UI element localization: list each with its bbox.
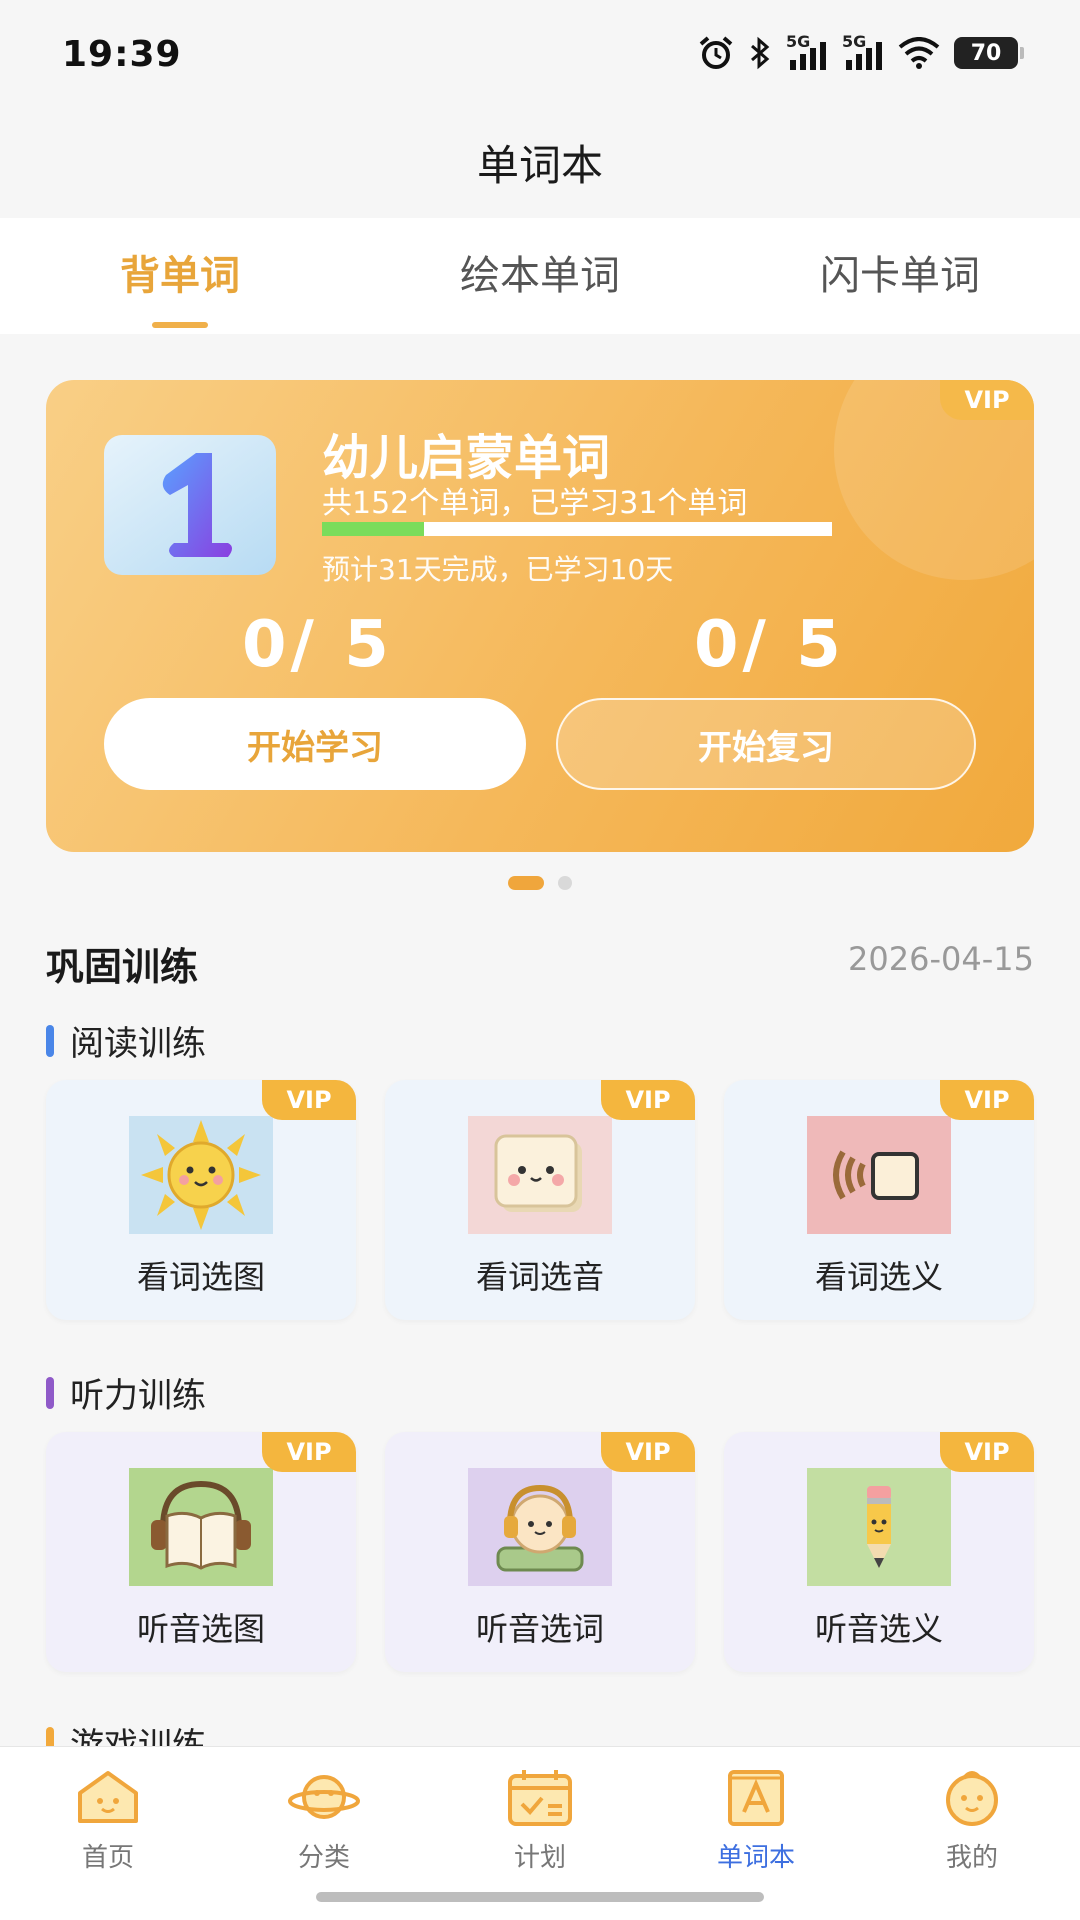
bluetooth-icon: [751, 36, 770, 70]
sun-icon: [129, 1116, 273, 1234]
home-indicator[interactable]: [316, 1892, 764, 1902]
wordbook-icon: [718, 1765, 794, 1829]
tab-memorize-words[interactable]: 背单词: [0, 218, 360, 334]
card-word-pick-sound[interactable]: VIP 看词选音: [385, 1080, 695, 1320]
vip-badge: VIP: [940, 1080, 1034, 1120]
card-label: 看词选图: [136, 1258, 265, 1296]
signal-1-indicator: 5G: [786, 32, 828, 70]
active-tab-indicator: [152, 322, 208, 328]
sound-block-icon: [807, 1116, 951, 1234]
vip-badge: VIP: [940, 1432, 1034, 1472]
tab-label: 绘本单词: [460, 253, 620, 299]
signal-bars-icon: [846, 42, 882, 70]
nav-label: 分类: [297, 1843, 350, 1873]
reading-training-title: 阅读训练: [70, 1024, 206, 1064]
vip-badge: VIP: [262, 1080, 356, 1120]
page-title: 单词本: [476, 141, 603, 190]
banner-pager: [0, 876, 1080, 890]
card-label: 听音选图: [136, 1610, 265, 1648]
vip-badge: VIP: [940, 380, 1034, 420]
profile-icon: [934, 1765, 1010, 1829]
status-icons: 5G 5G 70: [698, 32, 1024, 70]
nav-label: 计划: [513, 1843, 566, 1873]
vip-badge: VIP: [601, 1432, 695, 1472]
nav-profile[interactable]: 我的: [864, 1747, 1080, 1920]
battery-indicator: 70: [954, 37, 1024, 69]
tofu-icon: [468, 1116, 612, 1234]
start-review-button[interactable]: 开始复习: [556, 698, 976, 790]
listening-training-heading: 听力训练: [46, 1368, 206, 1417]
card-word-pick-meaning[interactable]: VIP 看词选义: [724, 1080, 1034, 1320]
vip-badge: VIP: [262, 1432, 356, 1472]
status-time: 19:39: [62, 34, 182, 75]
course-progress-fill: [322, 522, 424, 536]
nav-label: 我的: [945, 1843, 998, 1873]
card-listen-pick-image[interactable]: VIP 听音选图: [46, 1432, 356, 1672]
card-label: 看词选音: [475, 1258, 604, 1296]
nav-label: 单词本: [716, 1843, 795, 1873]
reading-training-heading: 阅读训练: [46, 1016, 206, 1065]
tab-label: 闪卡单词: [820, 253, 980, 299]
listening-training-title: 听力训练: [70, 1376, 206, 1416]
learn-count: 0/ 5: [242, 608, 393, 682]
course-progress-bar: [322, 522, 832, 536]
pencil-icon: [807, 1468, 951, 1586]
card-label: 听音选词: [475, 1610, 604, 1648]
home-icon: [70, 1765, 146, 1829]
vip-badge: VIP: [601, 1080, 695, 1120]
card-listen-pick-word[interactable]: VIP 听音选词: [385, 1432, 695, 1672]
course-banner[interactable]: VIP 1 幼儿启蒙单词 共152个单词，已学习31个单词 预计31天完成，已学…: [46, 380, 1034, 852]
course-estimate: 预计31天完成，已学习10天: [322, 553, 674, 586]
training-date: 2026-04-15: [848, 940, 1034, 978]
reading-color-bar: [46, 1024, 54, 1057]
card-listen-pick-meaning[interactable]: VIP 听音选义: [724, 1432, 1034, 1672]
status-bar: 19:39 5G 5G 70: [0, 0, 1080, 110]
tab-bar: 背单词 绘本单词 闪卡单词: [0, 218, 1080, 334]
bun-headphones-icon: [468, 1468, 612, 1586]
book-headphones-icon: [129, 1468, 273, 1586]
signal-bars-icon: [790, 42, 826, 70]
card-label: 看词选义: [814, 1258, 943, 1296]
wifi-icon: [898, 37, 940, 69]
tab-picture-book-words[interactable]: 绘本单词: [360, 218, 720, 334]
listening-color-bar: [46, 1376, 54, 1409]
reading-cards: VIP 看词选图 VIP 看词选音 VIP 看词选义: [46, 1080, 1034, 1320]
planet-icon: [286, 1765, 362, 1829]
calendar-icon: [502, 1765, 578, 1829]
nav-home[interactable]: 首页: [0, 1747, 216, 1920]
nav-label: 首页: [81, 1843, 134, 1873]
card-label: 听音选义: [814, 1610, 943, 1648]
listening-cards: VIP 听音选图 VIP 听音选词 VIP 听音选义: [46, 1432, 1034, 1672]
alarm-icon: [699, 36, 733, 69]
course-number-tile: 1: [104, 435, 276, 575]
tab-flashcard-words[interactable]: 闪卡单词: [720, 218, 1080, 334]
pager-dot-active[interactable]: [508, 876, 544, 890]
tab-label: 背单词: [120, 253, 240, 299]
course-word-count: 共152个单词，已学习31个单词: [322, 486, 748, 521]
card-word-pick-image[interactable]: VIP 看词选图: [46, 1080, 356, 1320]
review-count: 0/ 5: [694, 608, 845, 682]
signal-2-indicator: 5G: [842, 32, 884, 70]
start-learning-button[interactable]: 开始学习: [104, 698, 526, 790]
pager-dot[interactable]: [558, 876, 572, 890]
training-section-title: 巩固训练: [46, 945, 199, 989]
number-one-icon: [162, 453, 232, 557]
